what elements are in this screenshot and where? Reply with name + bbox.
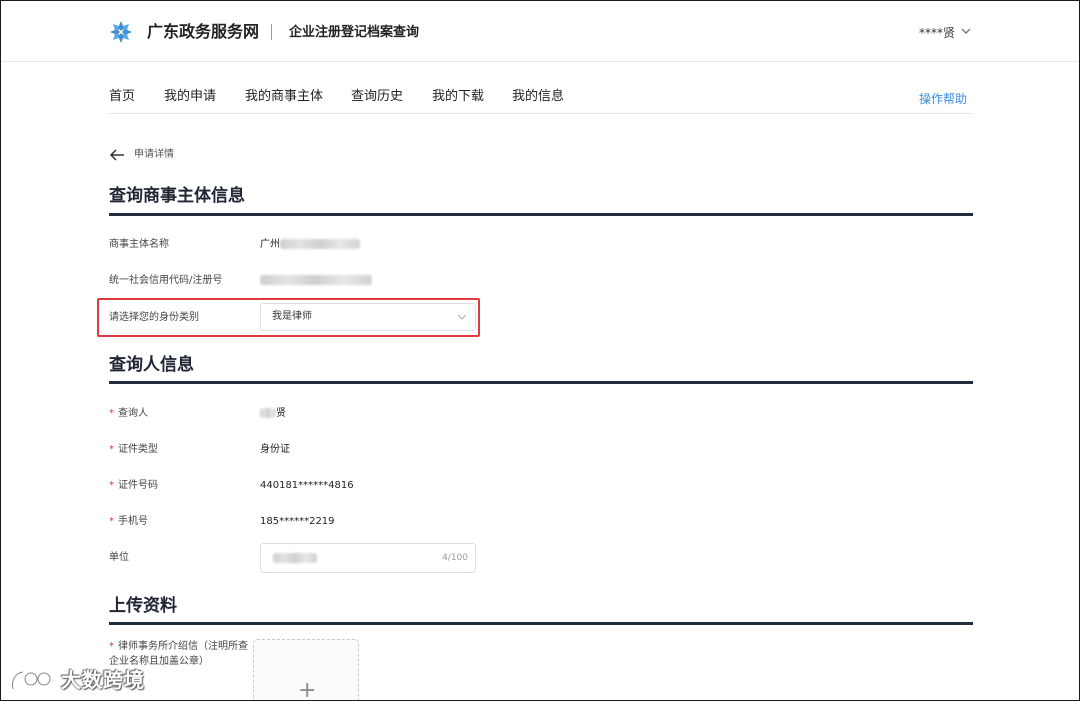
required-mark: * [109, 516, 114, 527]
header-divider [271, 24, 272, 40]
credit-code-value [260, 273, 372, 289]
section-title-entity: 查询商事主体信息 [109, 186, 245, 206]
nav-item-query-history[interactable]: 查询历史 [351, 87, 403, 107]
nav-item-home[interactable]: 首页 [109, 87, 135, 107]
site-logo-icon [110, 21, 132, 43]
watermark-logo-icon [11, 670, 52, 690]
entity-name-value: 广州 [260, 237, 360, 253]
required-mark: * [109, 444, 114, 455]
nav-item-my-entities[interactable]: 我的商事主体 [245, 87, 323, 107]
redacted-blur [260, 275, 372, 285]
section-title-upload: 上传资料 [109, 596, 177, 616]
unit-input[interactable]: 4/100 [260, 543, 476, 573]
identity-type-value: 我是律师 [272, 311, 312, 322]
required-mark: * [109, 641, 114, 652]
id-number-label: * 证件号码 [109, 478, 158, 494]
inquirer-label-text: 查询人 [118, 408, 148, 419]
id-type-value: 身份证 [260, 444, 290, 455]
phone-value: 185******2219 [260, 516, 335, 527]
nav-item-my-downloads[interactable]: 我的下载 [432, 87, 484, 107]
back-label: 申请详情 [134, 149, 174, 160]
arrow-left-icon [109, 149, 124, 161]
nav-item-my-info[interactable]: 我的信息 [512, 87, 564, 107]
redacted-blur [260, 408, 276, 418]
watermark-text: 大数跨境 [61, 668, 145, 692]
section-rule [109, 213, 973, 216]
id-number-value: 440181******4816 [260, 480, 354, 491]
help-link[interactable]: 操作帮助 [919, 90, 967, 108]
inquirer-value-text: 贤 [276, 408, 286, 419]
user-menu-name[interactable]: ****贤 [919, 24, 955, 42]
system-name: 企业注册登记档案查询 [289, 25, 420, 40]
site-name[interactable]: 广东政务服务网 [147, 21, 259, 43]
chevron-down-icon[interactable] [961, 27, 971, 35]
nav-item-my-applications[interactable]: 我的申请 [164, 87, 216, 107]
chevron-down-icon [457, 314, 467, 320]
nav-divider [109, 113, 973, 114]
phone-label-text: 手机号 [118, 516, 148, 527]
redacted-blur [280, 239, 360, 249]
identity-type-label: 请选择您的身份类别 [109, 312, 199, 323]
unit-char-count: 4/100 [442, 553, 468, 563]
upload-dropzone[interactable]: + [253, 639, 359, 701]
unit-label: 单位 [109, 552, 129, 563]
section-rule [109, 381, 973, 384]
identity-type-select[interactable]: 我是律师 [260, 303, 476, 331]
phone-label: * 手机号 [109, 514, 148, 530]
upload-label-text: 律师事务所介绍信（注明所查企业名称且加盖公章） [109, 641, 248, 667]
page-frame: 广东政务服务网 企业注册登记档案查询 ****贤 首页 我的申请 我的商事主体 … [0, 0, 1080, 701]
inquirer-value: 贤 [260, 406, 286, 422]
id-number-label-text: 证件号码 [118, 480, 158, 491]
upload-label: * 律师事务所介绍信（注明所查企业名称且加盖公章） [109, 639, 249, 669]
id-type-label-text: 证件类型 [118, 444, 158, 455]
plus-icon: + [298, 678, 317, 701]
credit-code-label: 统一社会信用代码/注册号 [109, 275, 223, 286]
required-mark: * [109, 408, 114, 419]
entity-name-label: 商事主体名称 [109, 239, 169, 250]
top-header: 广东政务服务网 企业注册登记档案查询 ****贤 [1, 1, 1079, 62]
section-title-inquirer: 查询人信息 [109, 355, 194, 375]
section-rule [109, 622, 973, 625]
entity-name-text: 广州 [260, 239, 280, 250]
id-type-label: * 证件类型 [109, 442, 158, 458]
redacted-blur [273, 553, 317, 563]
inquirer-label: * 查询人 [109, 406, 148, 422]
required-mark: * [109, 480, 114, 491]
